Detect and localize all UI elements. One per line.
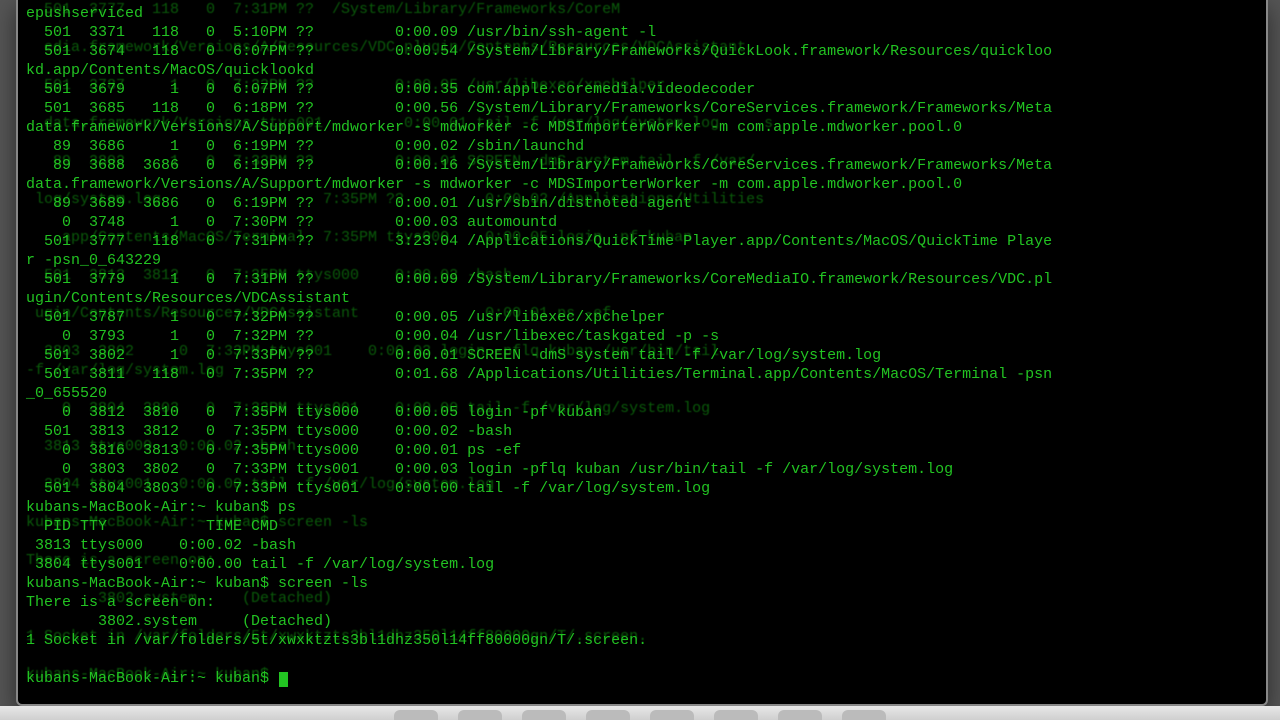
- terminal-line: 0 3816 3813 0 7:35PM ttys000 0:00.01 ps …: [26, 441, 1258, 460]
- terminal-line: 501 3787 1 0 7:32PM ?? 0:00.05 /usr/libe…: [26, 308, 1258, 327]
- terminal-line: kd.app/Contents/MacOS/quicklookd: [26, 61, 1258, 80]
- terminal-line: r -psn_0_643229: [26, 251, 1258, 270]
- terminal-line: 501 3371 118 0 5:10PM ?? 0:00.09 /usr/bi…: [26, 23, 1258, 42]
- terminal-line: kubans-MacBook-Air:~ kuban$ screen -ls: [26, 574, 1258, 593]
- terminal-line: 0 3793 1 0 7:32PM ?? 0:00.04 /usr/libexe…: [26, 327, 1258, 346]
- terminal-output[interactable]: 501 3777 118 0 7:31PM ?? /System/Library…: [18, 0, 1266, 704]
- dock-icon[interactable]: [714, 710, 758, 720]
- terminal-line: 3813 ttys000 0:00.02 -bash: [26, 536, 1258, 555]
- terminal-line: kubans-MacBook-Air:~ kuban$ ps: [26, 498, 1258, 517]
- terminal-line: 501 3802 1 0 7:33PM ?? 0:00.01 SCREEN -d…: [26, 346, 1258, 365]
- terminal-line: data.framework/Versions/A/Support/mdwork…: [26, 175, 1258, 194]
- terminal-line: 1 Socket in /var/folders/5t/xwxktzts3bl1…: [26, 631, 1258, 650]
- terminal-line: kubans-MacBook-Air:~ kuban$: [26, 669, 1258, 688]
- terminal-line: PID TTY TIME CMD: [26, 517, 1258, 536]
- terminal-line: 0 3748 1 0 7:30PM ?? 0:00.03 automountd: [26, 213, 1258, 232]
- dock: [0, 706, 1280, 720]
- terminal-line: 501 3813 3812 0 7:35PM ttys000 0:00.02 -…: [26, 422, 1258, 441]
- terminal-line: _0_655520: [26, 384, 1258, 403]
- terminal-line: 501 3777 118 0 7:31PM ?? 3:23.04 /Applic…: [26, 232, 1258, 251]
- dock-icon[interactable]: [394, 710, 438, 720]
- terminal-line: epushserviced: [26, 4, 1258, 23]
- terminal-line: 501 3679 1 0 6:07PM ?? 0:00.35 com.apple…: [26, 80, 1258, 99]
- terminal-line: [26, 650, 1258, 669]
- terminal-foreground: epushserviced 501 3371 118 0 5:10PM ?? 0…: [26, 4, 1258, 688]
- terminal-line: 0 3812 3810 0 7:35PM ttys000 0:00.05 log…: [26, 403, 1258, 422]
- terminal-line: There is a screen on:: [26, 593, 1258, 612]
- dock-icon[interactable]: [522, 710, 566, 720]
- terminal-line: 3802.system (Detached): [26, 612, 1258, 631]
- terminal-line: 501 3811 118 0 7:35PM ?? 0:01.68 /Applic…: [26, 365, 1258, 384]
- terminal-line: 89 3688 3686 0 6:19PM ?? 0:00.16 /System…: [26, 156, 1258, 175]
- terminal-line: 89 3686 1 0 6:19PM ?? 0:00.02 /sbin/laun…: [26, 137, 1258, 156]
- terminal-window[interactable]: 501 3777 118 0 7:31PM ?? /System/Library…: [16, 0, 1268, 706]
- dock-icon[interactable]: [650, 710, 694, 720]
- dock-icon[interactable]: [586, 710, 630, 720]
- terminal-line: 89 3689 3686 0 6:19PM ?? 0:00.01 /usr/sb…: [26, 194, 1258, 213]
- terminal-line: 501 3674 118 0 6:07PM ?? 0:00.54 /System…: [26, 42, 1258, 61]
- dock-icon[interactable]: [778, 710, 822, 720]
- dock-icon[interactable]: [458, 710, 502, 720]
- terminal-line: 501 3804 3803 0 7:33PM ttys001 0:00.00 t…: [26, 479, 1258, 498]
- cursor: [279, 672, 288, 687]
- terminal-line: 501 3685 118 0 6:18PM ?? 0:00.56 /System…: [26, 99, 1258, 118]
- terminal-line: 0 3803 3802 0 7:33PM ttys001 0:00.03 log…: [26, 460, 1258, 479]
- terminal-line: data.framework/Versions/A/Support/mdwork…: [26, 118, 1258, 137]
- terminal-line: 501 3779 1 0 7:31PM ?? 0:00.09 /System/L…: [26, 270, 1258, 289]
- terminal-line: ugin/Contents/Resources/VDCAssistant: [26, 289, 1258, 308]
- terminal-line: 3804 ttys001 0:00.00 tail -f /var/log/sy…: [26, 555, 1258, 574]
- dock-icon[interactable]: [842, 710, 886, 720]
